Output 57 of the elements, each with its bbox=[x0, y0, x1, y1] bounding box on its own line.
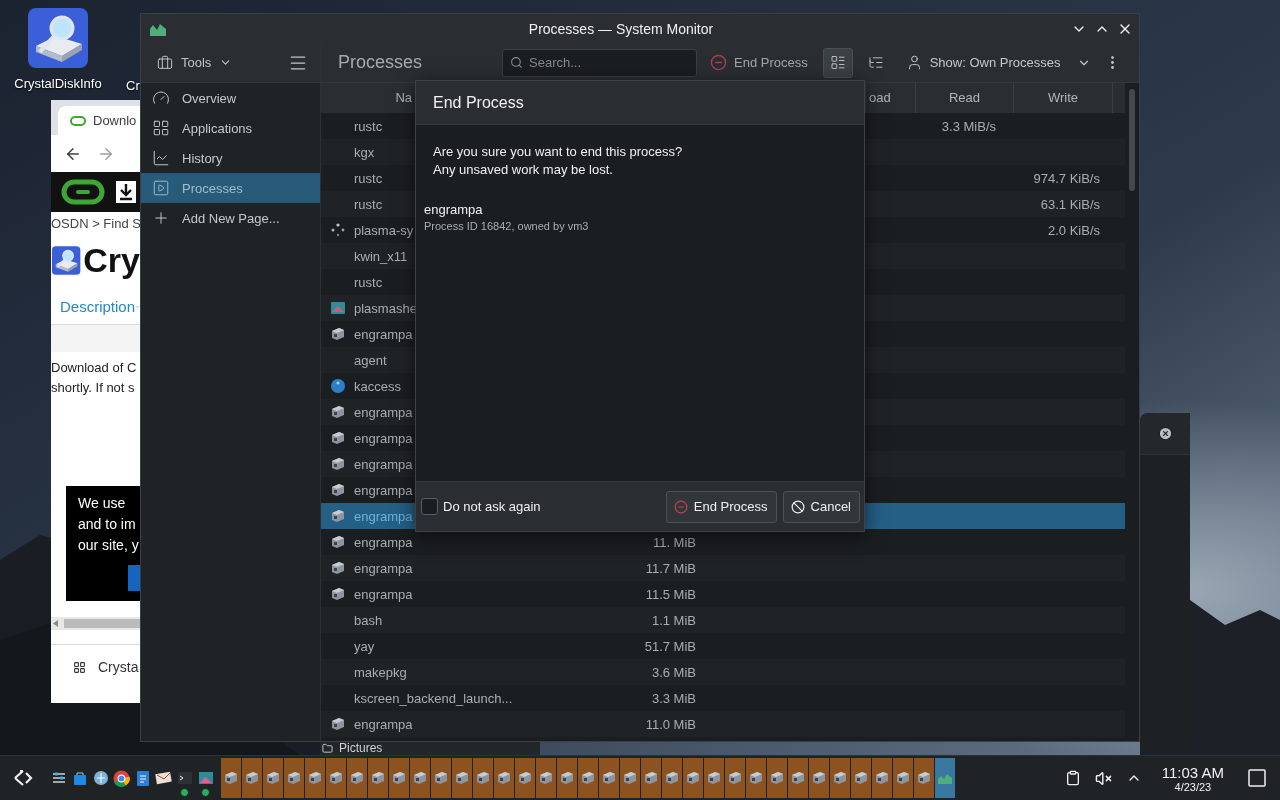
process-name: engrampa bbox=[354, 534, 413, 550]
checkbox-label: Do not ask again bbox=[443, 499, 541, 514]
process-name: rustc bbox=[354, 196, 383, 212]
paragraph-line: Download of C bbox=[51, 359, 138, 377]
process-name: kgx bbox=[354, 144, 375, 160]
cookie-text: We use bbox=[78, 494, 127, 513]
process-name: plasmashe bbox=[354, 300, 417, 316]
icon-label: CrystalDiskInfo bbox=[14, 76, 102, 91]
folder-label: Pictures bbox=[339, 742, 383, 755]
memory-cell-text: 11. MiB bbox=[651, 534, 697, 550]
cookie-text: and to im bbox=[78, 515, 137, 534]
process-name: yay bbox=[354, 638, 375, 654]
process-name: engrampa bbox=[354, 430, 413, 446]
process-name: engrampa bbox=[354, 586, 413, 602]
process-name: kaccess bbox=[354, 378, 401, 394]
process-name: bash bbox=[354, 612, 383, 628]
memory-cell-text: 3.6 MiB bbox=[650, 664, 697, 680]
process-name: kscreen_backend_launch... bbox=[354, 690, 513, 706]
window-title: Processes — System Monitor bbox=[527, 20, 715, 37]
process-info: Process ID 16842, owned by vm3 bbox=[424, 220, 590, 232]
dialog-title: End Process bbox=[433, 93, 524, 112]
process-name: engrampa bbox=[354, 508, 413, 524]
read-cell-text: 3.3 MiB/s bbox=[940, 118, 997, 134]
process-name: engrampa bbox=[354, 456, 413, 472]
memory-cell-text: 11.0 MiB bbox=[644, 716, 697, 732]
dialog-message: Are you sure you want to end this process? bbox=[433, 143, 684, 161]
page-title: Processes bbox=[338, 52, 424, 73]
process-name: engrampa bbox=[354, 716, 413, 732]
icon-label: Cr bbox=[126, 78, 140, 93]
memory-cell-text: 11.5 MiB bbox=[644, 586, 697, 602]
process-name: makepkg bbox=[354, 664, 407, 680]
memory-cell-text: 11.7 MiB bbox=[644, 560, 697, 576]
breadcrumb: OSDN > Find S bbox=[51, 216, 140, 231]
write-cell-text: 63.1 KiB/s bbox=[1039, 196, 1101, 212]
cookie-text: our site, y bbox=[78, 536, 140, 555]
process-name: kwin_x11 bbox=[354, 248, 408, 264]
paragraph-line: shortly. If not s bbox=[51, 379, 136, 397]
process-name: engrampa bbox=[354, 404, 413, 420]
process-name: engrampa bbox=[354, 326, 413, 342]
process-name: plasma-sy bbox=[354, 222, 414, 238]
process-name: agent bbox=[354, 352, 387, 368]
process-name: engrampa bbox=[354, 560, 413, 576]
clock-time: 11:03 AM bbox=[1161, 763, 1224, 781]
dialog-message: Any unsaved work may be lost. bbox=[433, 161, 614, 179]
memory-cell-text: 51.7 MiB bbox=[643, 638, 697, 654]
write-cell-text: 974.7 KiB/s bbox=[1032, 170, 1101, 186]
process-name: rustc bbox=[354, 274, 383, 290]
process-name: engrampa bbox=[424, 202, 484, 217]
process-name: engrampa bbox=[354, 482, 413, 498]
memory-cell-text: 3.3 MiB bbox=[650, 690, 697, 706]
download-filename: Crysta bbox=[98, 659, 139, 675]
page-heading: Cry bbox=[83, 241, 140, 280]
memory-cell-text: 1.1 MiB bbox=[650, 612, 697, 628]
process-name: rustc bbox=[354, 170, 383, 186]
write-cell-text: 2.0 KiB/s bbox=[1046, 222, 1101, 238]
process-name: rustc bbox=[354, 118, 383, 134]
clock-date: 4/23/23 bbox=[1174, 780, 1212, 793]
